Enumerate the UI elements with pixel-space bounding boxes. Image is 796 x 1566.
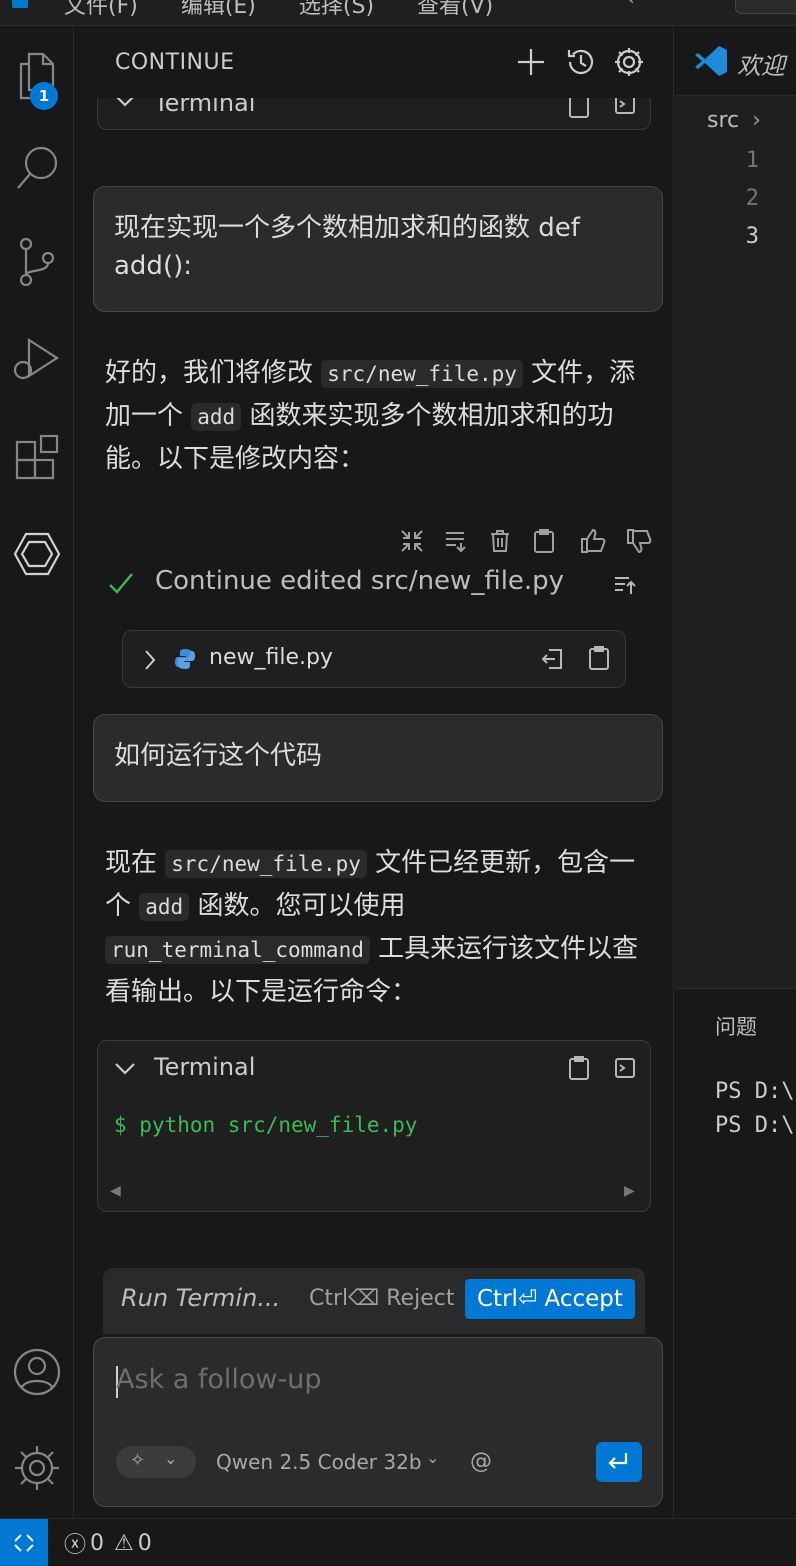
sidebar-header: CONTINUE: [75, 26, 673, 98]
inline-code: add: [191, 403, 242, 431]
trash-icon[interactable]: [487, 528, 513, 558]
source-control-icon[interactable]: [0, 230, 74, 294]
edit-status-text: Continue edited src/new_file.py: [155, 566, 565, 596]
sparkle-icon: ✧: [130, 1450, 146, 1471]
chevron-down-icon[interactable]: [114, 1061, 136, 1080]
command-center-search[interactable]: [735, 0, 796, 14]
vscode-logo-icon: [693, 44, 729, 82]
menu-view[interactable]: 查看(V): [417, 0, 493, 19]
assistant-message: 好的，我们将修改 src/new_file.py 文件，添加一个 add 函数来…: [105, 352, 645, 480]
warning-count: 0: [137, 1530, 152, 1556]
run-terminal-label: Run Termin...: [121, 1284, 281, 1312]
error-count: 0: [90, 1530, 105, 1556]
user-message[interactable]: 现在实现一个多个数相加求和的函数 def add():: [93, 186, 663, 312]
terminal-line: PS D:\: [715, 1079, 795, 1104]
menu-bar: 文件(F) 编辑(E) 选择(S) 查看(V): [64, 0, 529, 20]
terminal-run-icon[interactable]: [614, 1057, 636, 1083]
line-number: 2: [745, 186, 759, 211]
breadcrumb-folder[interactable]: src: [707, 108, 739, 133]
copy-icon[interactable]: [568, 1055, 590, 1085]
remote-indicator-icon[interactable]: [0, 1519, 48, 1566]
line-number: 3: [745, 224, 759, 249]
title-bar: 文件(F) 编辑(E) 选择(S) 查看(V) ‹: [0, 0, 796, 26]
menu-edit[interactable]: 编辑(E): [181, 0, 256, 19]
continue-sidebar: CONTINUE Terminal 现在实现一个多个数相加求和的函数 def a…: [75, 26, 674, 1518]
inline-code: src/new_file.py: [165, 850, 367, 878]
warning-icon: ⚠: [114, 1530, 134, 1556]
search-icon[interactable]: [0, 136, 74, 200]
user-message[interactable]: 如何运行这个代码: [93, 714, 663, 802]
editor-tab-bar: 欢迎: [675, 26, 796, 96]
accounts-icon[interactable]: [0, 1340, 74, 1404]
inline-code: src/new_file.py: [321, 360, 523, 388]
chevron-right-icon[interactable]: [143, 649, 157, 675]
problems-indicator[interactable]: ⓧ 0 ⚠ 0: [64, 1527, 152, 1559]
thumbs-up-icon[interactable]: [579, 528, 607, 558]
assistant-text: 好的，我们将修改: [105, 358, 322, 388]
breadcrumb-separator: ›: [752, 108, 761, 133]
settings-gear-icon[interactable]: [609, 42, 649, 82]
edit-status-row: Continue edited src/new_file.py: [107, 566, 667, 606]
terminal-block: Terminal $ python src/new_file.py ◀ ▶: [97, 1040, 651, 1212]
mode-selector[interactable]: ✧ ⌄: [116, 1446, 196, 1478]
pending-action-bar: Run Termin... Ctrl⌫ Reject Ctrl⏎ Accept: [103, 1268, 645, 1334]
file-name: new_file.py: [209, 645, 333, 670]
problems-tab[interactable]: 问题: [715, 1011, 757, 1041]
thumbs-down-icon[interactable]: [625, 528, 653, 558]
explorer-badge: 1: [30, 82, 58, 110]
bottom-panel: 问题 PS D:\ PS D:\: [675, 988, 796, 1518]
terminal-label: Terminal: [154, 1053, 256, 1081]
checkmark-icon: [107, 570, 135, 602]
open-file-icon[interactable]: [541, 647, 565, 675]
line-number: 1: [745, 148, 759, 173]
scroll-left-icon[interactable]: ◀: [110, 1183, 121, 1199]
assistant-text: 现在: [105, 848, 166, 878]
new-session-plus-icon[interactable]: [511, 42, 551, 82]
at-mention-button[interactable]: @: [470, 1449, 492, 1474]
python-file-icon: [173, 647, 197, 675]
editor-area: 欢迎 src › 1 2 3: [675, 26, 796, 988]
sidebar-title: CONTINUE: [115, 50, 235, 75]
scroll-right-icon[interactable]: ▶: [624, 1183, 635, 1199]
status-bar: ⓧ 0 ⚠ 0: [0, 1518, 796, 1566]
menu-selection[interactable]: 选择(S): [299, 0, 374, 19]
model-chevron-icon[interactable]: ⌄: [426, 1448, 439, 1467]
collapse-icon[interactable]: [399, 528, 425, 558]
chevron-down-icon: ⌄: [164, 1449, 178, 1468]
copy-icon[interactable]: [531, 528, 557, 558]
enter-icon: [608, 1453, 628, 1469]
scroll-to-icon[interactable]: [613, 574, 637, 600]
manage-gear-icon[interactable]: [0, 1436, 74, 1500]
terminal-line: PS D:\: [715, 1113, 795, 1138]
error-icon: ⓧ: [64, 1533, 87, 1558]
menu-file[interactable]: 文件(F): [64, 0, 138, 19]
assistant-message: 现在 src/new_file.py 文件已经更新，包含一个 add 函数。您可…: [105, 842, 645, 1013]
terminal-command: $ python src/new_file.py: [114, 1113, 418, 1137]
edited-file-card[interactable]: new_file.py: [122, 630, 626, 688]
run-debug-icon[interactable]: [0, 326, 74, 390]
assistant-text: 函数。您可以使用: [189, 891, 406, 921]
insert-at-cursor-icon[interactable]: [443, 528, 469, 558]
chat-input-placeholder[interactable]: Ask a follow-up: [116, 1364, 322, 1395]
model-selector[interactable]: Qwen 2.5 Coder 32b: [216, 1450, 422, 1474]
breadcrumb[interactable]: src ›: [707, 108, 761, 133]
welcome-tab[interactable]: 欢迎: [737, 46, 785, 81]
accept-button[interactable]: Ctrl⏎ Accept: [465, 1279, 635, 1319]
vscode-logo-icon: [12, 0, 28, 8]
chat-input-box[interactable]: Ask a follow-up ✧ ⌄ Qwen 2.5 Coder 32b ⌄…: [93, 1337, 663, 1507]
nav-back-icon[interactable]: ‹: [626, 0, 635, 11]
history-icon[interactable]: [561, 42, 601, 82]
inline-code: run_terminal_command: [105, 936, 370, 964]
extensions-icon[interactable]: [0, 426, 74, 490]
explorer-icon[interactable]: 1: [0, 44, 74, 110]
continue-extension-icon[interactable]: [0, 522, 74, 586]
copy-icon[interactable]: [587, 645, 611, 675]
inline-code: add: [139, 893, 190, 921]
reject-button[interactable]: Ctrl⌫ Reject: [309, 1286, 454, 1311]
send-button[interactable]: [596, 1442, 642, 1482]
activity-bar: 1: [0, 26, 74, 1518]
